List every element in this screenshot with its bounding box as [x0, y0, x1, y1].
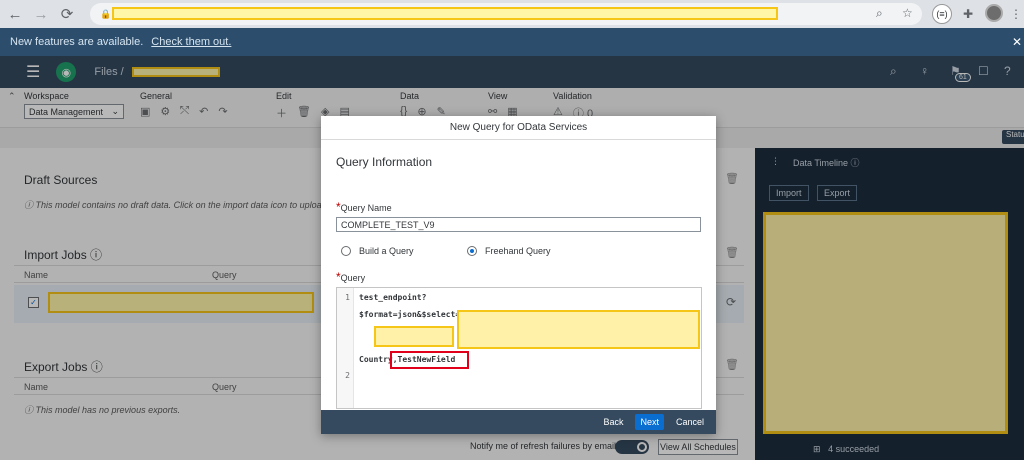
address-bar[interactable]: 🔒 ⌕ ☆ — [90, 3, 922, 25]
build-query-label: Build a Query — [359, 246, 414, 256]
query-name-label-text: Query Name — [340, 203, 392, 213]
line-number: 1 — [345, 293, 350, 302]
back-button[interactable]: Back — [599, 415, 627, 429]
close-icon[interactable]: ✕ — [1012, 35, 1022, 49]
query-name-input[interactable]: COMPLETE_TEST_V9 — [336, 217, 701, 232]
notice-text: New features are available. — [10, 36, 144, 48]
menu-kebab-icon[interactable]: ⋮ — [1006, 4, 1024, 24]
dialog-body: Query Information *Query Name COMPLETE_T… — [321, 140, 716, 410]
extension-icon[interactable]: (≡) — [932, 4, 952, 24]
dialog-title: New Query for OData Services — [321, 116, 716, 140]
radio-off-icon — [341, 246, 351, 256]
puzzle-icon[interactable]: ✚ — [958, 4, 978, 24]
query-label: *Query — [336, 270, 365, 284]
next-button[interactable]: Next — [635, 414, 664, 430]
code-line: test_endpoint? — [359, 293, 427, 302]
lock-icon: 🔒 — [100, 8, 112, 19]
query-label-text: Query — [340, 273, 366, 283]
freehand-query-radio[interactable]: Freehand Query — [467, 246, 551, 256]
radio-on-icon — [467, 246, 477, 256]
back-icon[interactable]: ← — [4, 3, 26, 25]
features-notice-bar: New features are available. Check them o… — [0, 28, 1024, 56]
zoom-icon[interactable]: ⌕ — [876, 6, 883, 21]
line-number-gutter: 1 2 — [337, 288, 354, 408]
redacted-url — [112, 7, 778, 20]
query-name-label: *Query Name — [336, 200, 392, 214]
query-information-heading: Query Information — [336, 155, 433, 169]
check-them-out-link[interactable]: Check them out. — [151, 36, 231, 48]
build-query-radio[interactable]: Build a Query — [341, 246, 414, 256]
browser-toolbar: ← → ⟳ 🔒 ⌕ ☆ (≡) ✚ ⋮ — [0, 0, 1024, 28]
reload-icon[interactable]: ⟳ — [56, 3, 78, 25]
star-icon[interactable]: ☆ — [902, 6, 913, 20]
code-line: $format=json&$select= — [359, 310, 461, 319]
profile-avatar[interactable] — [985, 4, 1003, 22]
dialog-footer: Back Next Cancel — [321, 410, 716, 434]
forward-icon[interactable]: → — [30, 3, 52, 25]
new-query-dialog: New Query for OData Services Query Infor… — [321, 116, 716, 434]
query-editor[interactable]: 1 2 test_endpoint? $format=json&$select=… — [336, 287, 702, 409]
redacted-select-fields — [374, 326, 454, 347]
highlight-box — [390, 351, 469, 369]
cancel-button[interactable]: Cancel — [672, 415, 708, 429]
freehand-query-label: Freehand Query — [485, 246, 551, 256]
line-number: 2 — [345, 371, 350, 380]
redacted-select-fields — [457, 310, 700, 349]
